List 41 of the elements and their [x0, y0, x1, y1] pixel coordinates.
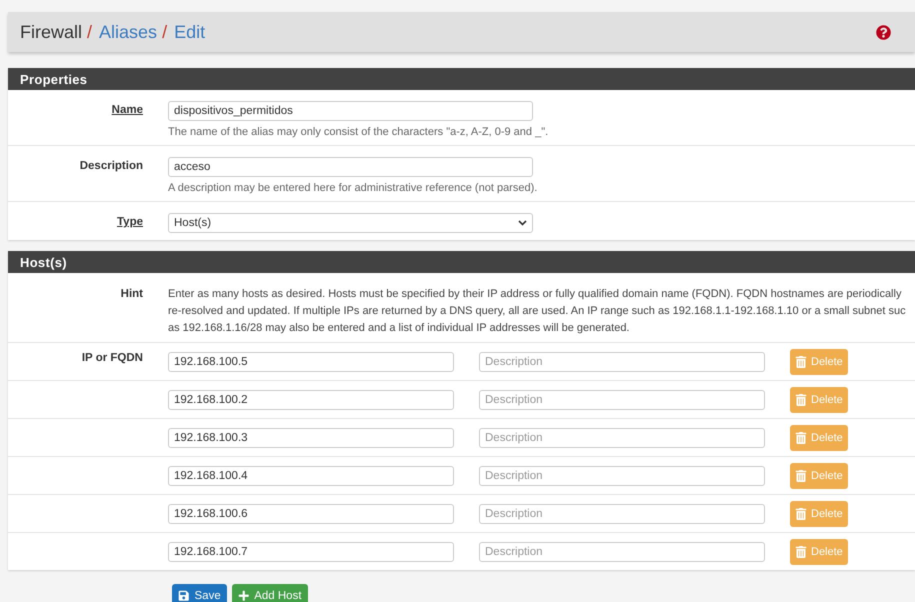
trash-icon	[795, 394, 807, 406]
field-label-link[interactable]: Name	[112, 101, 160, 138]
text-field[interactable]: dispositivos_permitidos	[168, 101, 533, 121]
trash-icon	[795, 470, 807, 482]
address-field[interactable]: 192.168.100.6	[168, 504, 454, 524]
field-label: Description	[80, 159, 144, 174]
trash-icon	[795, 546, 807, 558]
address-field[interactable]: 192.168.100.3	[168, 428, 454, 448]
breadcrumb-separator: /	[162, 22, 168, 42]
field-label: Hint	[120, 287, 144, 302]
hint-text: Enter as many hosts as desired. Hosts must be specified by their IP address or fully qualified domain name (FQDN). FQDN hostnames are periodically	[168, 287, 902, 302]
text-field[interactable]: acceso	[168, 157, 533, 177]
hint-text: re-resolved and updated. If multiple IPs are returned by a DNS query, all are used. An IP range such as 192.168.1.1-192.168.1.10 or a small subnet suc	[168, 304, 907, 319]
trash-icon	[795, 508, 807, 520]
description-field[interactable]: Description	[479, 542, 765, 562]
field-hint: The name of the alias may only consist of the characters "a-z, A-Z, 0-9 and _".	[168, 126, 550, 138]
description-field[interactable]: Description	[479, 428, 765, 448]
description-field[interactable]: Description	[479, 504, 765, 524]
trash-icon	[795, 356, 807, 368]
description-field[interactable]: Description	[479, 352, 765, 372]
field-hint: A description may be entered here for administrative reference (not parsed).	[168, 182, 538, 194]
trash-icon	[795, 432, 807, 444]
description-field[interactable]: Description	[479, 466, 765, 486]
save-icon	[178, 590, 190, 602]
type-select[interactable]: Host(s)	[168, 213, 533, 233]
field-label: IP or FQDN	[82, 351, 144, 366]
panel-header: Properties	[8, 68, 915, 90]
address-field[interactable]: 192.168.100.7	[168, 542, 454, 562]
field-label-link[interactable]: Type	[117, 213, 160, 233]
save-button[interactable]: Save	[172, 584, 227, 602]
panel-header: Host(s)	[8, 251, 915, 273]
plus-icon	[238, 590, 250, 602]
address-field[interactable]: 192.168.100.2	[168, 390, 454, 410]
hint-text: as 192.168.1.16/28 may also be entered and a list of individual IP addresses will be generated.	[168, 321, 630, 336]
breadcrumb-separator: /	[87, 22, 92, 42]
chevron-down-icon	[518, 220, 527, 226]
address-field[interactable]: 192.168.100.4	[168, 466, 454, 486]
address-field[interactable]: 192.168.100.5	[168, 352, 454, 372]
breadcrumb-text: Firewall	[20, 22, 82, 42]
help-icon[interactable]	[876, 24, 891, 40]
description-field[interactable]: Description	[479, 390, 765, 410]
